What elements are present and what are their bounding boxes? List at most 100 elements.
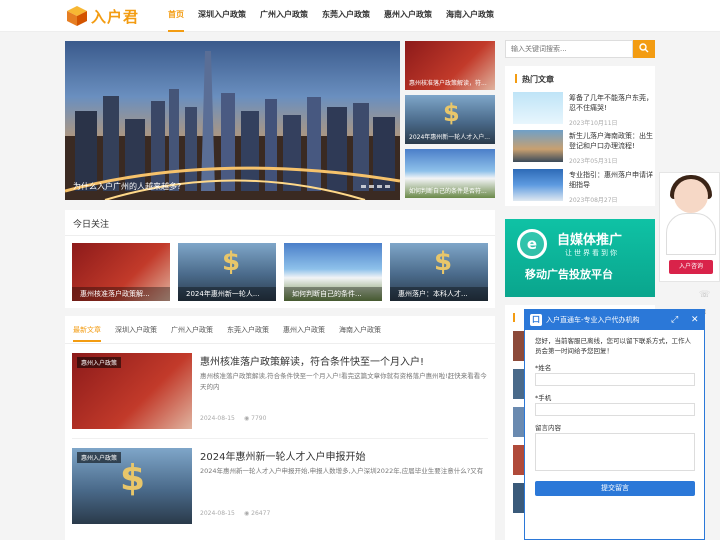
article-summary: 惠州核准落户政策解读,符合条件快至一个月入户!看完这篇文章你就有资格落户惠州啦!… [200, 372, 487, 391]
article-item[interactable]: 惠州入户政策 惠州核准落户政策解读，符合条件快至一个月入户! 惠州核准落户政策解… [72, 353, 488, 429]
article-date: 2024-08-15 [200, 510, 235, 517]
close-icon[interactable]: ✕ [691, 310, 699, 330]
today-card-caption: 惠州落户：本科人才... [390, 287, 488, 301]
name-label: *姓名 [535, 364, 552, 372]
tab-dongguan[interactable]: 东莞入户政策 [227, 322, 269, 342]
article-image[interactable]: 惠州入户政策 [72, 353, 192, 429]
nav-hainan[interactable]: 海南入户政策 [446, 0, 494, 32]
today-card-caption: 惠州核准落户政策解... [72, 287, 170, 301]
article-image[interactable]: $ 惠州入户政策 [72, 448, 192, 524]
maximize-icon[interactable]: ⤢ [671, 310, 678, 330]
search-bar [505, 40, 655, 58]
site-header: 入户君 首页 深圳入户政策 广州入户政策 东莞入户政策 惠州入户政策 海南入户政… [0, 0, 720, 32]
phone-label: *手机 [535, 394, 552, 402]
content-label: 留言内容 [535, 424, 561, 432]
submit-message-button[interactable]: 提交留言 [535, 481, 695, 496]
today-card[interactable]: 惠州核准落户政策解... [72, 243, 170, 301]
hot-item[interactable]: 筹备了几年不能落户东莞，忍不住痛哭! 2023年10月11日 [513, 92, 655, 127]
side-thumb-caption: 2024年惠州新一轮人才入户... [409, 134, 490, 141]
today-card[interactable]: 如何判断自己的条件... [284, 243, 382, 301]
content-textarea[interactable] [535, 433, 695, 471]
latest-news: 最新文章 深圳入户政策 广州入户政策 东莞入户政策 惠州入户政策 海南入户政策 … [65, 316, 495, 540]
hot-item-title[interactable]: 筹备了几年不能落户东莞，忍不住痛哭! [569, 93, 653, 113]
chat-header: 口 入户直通车-专业入户代办机构 ⤢ ✕ [525, 310, 704, 330]
article-date: 2024-08-15 [200, 415, 235, 422]
banner-dot[interactable] [369, 185, 374, 188]
hot-item[interactable]: 新生儿落户海南政策：出生登记和户口办理流程! 2023年05月31日 [513, 130, 655, 165]
side-thumb-caption: 惠州核准落户政策解读，符... [409, 80, 487, 87]
side-thumb-landscape[interactable]: 如何判断自己的条件是否符... [405, 149, 495, 198]
eye-icon: ◉ [244, 510, 250, 517]
tab-guangzhou[interactable]: 广州入户政策 [171, 322, 213, 342]
nav-home[interactable]: 首页 [168, 0, 184, 32]
news-tabs: 最新文章 深圳入户政策 广州入户政策 东莞入户政策 惠州入户政策 海南入户政策 [73, 322, 395, 342]
tab-shenzhen[interactable]: 深圳入户政策 [115, 322, 157, 342]
sidebar-box-title-mark [513, 313, 515, 322]
name-field[interactable] [535, 373, 695, 386]
eye-icon: ◉ [244, 415, 250, 422]
today-focus-title: 今日关注 [73, 220, 110, 230]
hot-item-date: 2023年08月27日 [569, 197, 618, 204]
hot-item-title[interactable]: 新生儿落户海南政策：出生登记和户口办理流程! [569, 131, 653, 151]
dollar-sign-icon: $ [434, 247, 453, 277]
nav-shenzhen[interactable]: 深圳入户政策 [198, 0, 246, 32]
search-button[interactable] [633, 40, 655, 58]
article-views: ◉ 7790 [244, 415, 266, 422]
city-skyline-image [65, 51, 400, 200]
tab-hainan[interactable]: 海南入户政策 [339, 322, 381, 342]
hot-item-date: 2023年05月31日 [569, 158, 618, 165]
side-thumb-city[interactable]: $ 2024年惠州新一轮人才入户... [405, 95, 495, 144]
dollar-sign-icon: $ [443, 99, 460, 127]
dollar-sign-icon: $ [222, 247, 241, 277]
ad-banner[interactable]: e 自媒体推广 让世界看到你 移动广告投放平台 [505, 219, 655, 297]
main-nav: 首页 深圳入户政策 广州入户政策 东莞入户政策 惠州入户政策 海南入户政策 [168, 0, 508, 32]
ad-title: 自媒体推广 [557, 233, 623, 248]
article-view-count: 7790 [251, 415, 267, 422]
banner-dot[interactable] [385, 185, 390, 188]
article-title[interactable]: 2024年惠州新一轮人才入户申报开始 [200, 448, 365, 463]
hot-item-title[interactable]: 专业指引：惠州落户申请详细指导 [569, 170, 653, 190]
hot-articles-title: 热门文章 [505, 66, 655, 85]
agent-avatar [674, 179, 708, 213]
article-category-tag[interactable]: 惠州入户政策 [77, 452, 122, 463]
today-focus: 今日关注 惠州核准落户政策解... $ 2024年惠州新一轮人... 如何判断自… [65, 210, 495, 308]
customer-service-widget: 入户咨询 [659, 172, 720, 282]
site-logo[interactable]: 入户君 [66, 4, 139, 28]
nav-guangzhou[interactable]: 广州入户政策 [260, 0, 308, 32]
banner-dot[interactable] [361, 185, 366, 188]
divider [65, 235, 495, 236]
banner-side-thumbs: 惠州核准落户政策解读，符... $ 2024年惠州新一轮人才入户... 如何判断… [405, 41, 495, 203]
hot-item-image [513, 130, 563, 162]
article-summary: 2024年惠州新一轮人才入户申报开始,申报人数增多,入户深圳2022年,应届毕业… [200, 467, 484, 475]
article-view-count: 26477 [251, 510, 271, 517]
divider [65, 343, 495, 344]
banner-dot[interactable] [377, 185, 382, 188]
today-card[interactable]: $ 2024年惠州新一轮人... [178, 243, 276, 301]
cube-logo-icon [66, 5, 88, 27]
search-input[interactable] [505, 40, 633, 58]
consult-button[interactable]: 入户咨询 [669, 260, 713, 274]
hot-item[interactable]: 专业指引：惠州落户申请详细指导 2023年08月27日 [513, 169, 655, 204]
main-banner[interactable]: 为什么入户广州的人越来越多? [65, 41, 400, 200]
tab-latest[interactable]: 最新文章 [73, 322, 101, 342]
today-card[interactable]: $ 惠州落户：本科人才... [390, 243, 488, 301]
nav-huizhou[interactable]: 惠州入户政策 [384, 0, 432, 32]
ad-logo-icon: e [517, 229, 547, 259]
hot-item-image [513, 92, 563, 124]
article-title[interactable]: 惠州核准落户政策解读，符合条件快至一个月入户! [200, 353, 424, 368]
tab-huizhou[interactable]: 惠州入户政策 [283, 322, 325, 342]
banner-dots [358, 185, 390, 188]
article-category-tag[interactable]: 惠州入户政策 [77, 357, 122, 368]
banner-caption[interactable]: 为什么入户广州的人越来越多? [73, 181, 181, 192]
phone-icon[interactable]: ☏ [699, 290, 710, 300]
chat-title: 入户直通车-专业入户代办机构 [546, 316, 640, 324]
logo-text: 入户君 [91, 7, 140, 26]
hot-item-image [513, 169, 563, 201]
hot-item-date: 2023年10月11日 [569, 120, 618, 127]
side-thumb-caption: 如何判断自己的条件是否符... [409, 188, 487, 195]
side-thumb-passport[interactable]: 惠州核准落户政策解读，符... [405, 41, 495, 90]
phone-field[interactable] [535, 403, 695, 416]
ad-subtitle: 让世界看到你 [565, 249, 619, 257]
article-item[interactable]: $ 惠州入户政策 2024年惠州新一轮人才入户申报开始 2024年惠州新一轮人才… [72, 448, 488, 524]
nav-dongguan[interactable]: 东莞入户政策 [322, 0, 370, 32]
